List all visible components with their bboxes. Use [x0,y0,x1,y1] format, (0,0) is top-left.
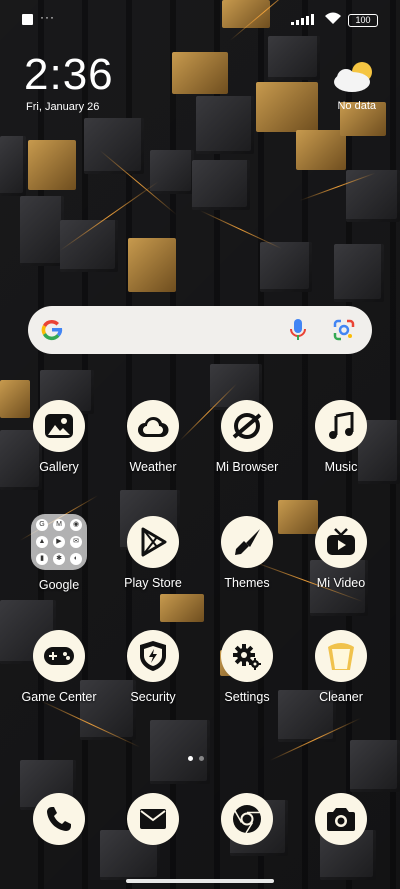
app-weather[interactable]: Weather [106,400,200,474]
cleaner-bin-icon [315,630,367,682]
app-themes[interactable]: Themes [200,516,294,590]
themes-brush-icon [221,516,273,568]
app-label: Themes [224,576,270,590]
gesture-home-bar[interactable] [126,879,274,883]
clock-date[interactable]: Fri, January 26 [26,101,99,113]
gamepad-icon [33,630,85,682]
browser-icon [221,400,273,452]
folder-icon: G M ◉ ▲ ▶ ✉ ▮ ✱ ◐ [31,514,87,570]
app-label: Mi Browser [215,460,279,474]
app-security[interactable]: Security [106,630,200,704]
app-label: Play Store [124,576,182,590]
app-label: Gallery [39,460,79,474]
notification-more-icon: ··· [40,10,55,24]
settings-gear-icon [221,630,273,682]
battery-icon: 100 [348,14,378,27]
gallery-icon [33,400,85,452]
app-label: Game Center [21,690,97,704]
app-label: Music [324,460,358,474]
page-dot-active [188,756,193,761]
app-mi-video[interactable]: Mi Video [294,516,388,590]
app-label: Settings [224,690,270,704]
weather-icon [127,400,179,452]
google-lens-icon[interactable] [332,318,356,342]
app-settings[interactable]: Settings [200,630,294,704]
wifi-icon [325,12,341,24]
status-bar: ··· 100 [0,6,400,32]
app-cleaner[interactable]: Cleaner [294,630,388,704]
play-store-icon [127,516,179,568]
clock-time[interactable]: 2:36 [24,50,114,100]
app-game-center[interactable]: Game Center [12,630,106,704]
page-dot [199,756,204,761]
google-g-logo [41,319,63,341]
app-google-folder[interactable]: G M ◉ ▲ ▶ ✉ ▮ ✱ ◐ Google [12,514,106,592]
page-indicator[interactable] [188,756,204,761]
app-play-store[interactable]: Play Store [106,516,200,590]
app-label: Google [38,578,80,592]
phone-icon[interactable] [33,793,85,845]
google-search-bar[interactable] [28,306,372,354]
app-label: Mi Video [316,576,366,590]
cell-signal-icon [291,14,314,25]
app-gallery[interactable]: Gallery [12,400,106,474]
chrome-icon[interactable] [221,793,273,845]
app-music[interactable]: Music [294,400,388,474]
app-label: Cleaner [319,690,363,704]
security-shield-icon [127,630,179,682]
app-mi-browser[interactable]: Mi Browser [200,400,294,474]
camera-icon[interactable] [315,793,367,845]
music-icon [315,400,367,452]
app-label: Security [130,690,176,704]
notification-icon [22,14,33,25]
mail-icon[interactable] [127,793,179,845]
partly-cloudy-icon[interactable] [332,58,376,94]
video-icon [315,516,367,568]
weather-status[interactable]: No data [337,100,376,112]
app-label: Weather [129,460,177,474]
microphone-icon[interactable] [290,319,306,341]
